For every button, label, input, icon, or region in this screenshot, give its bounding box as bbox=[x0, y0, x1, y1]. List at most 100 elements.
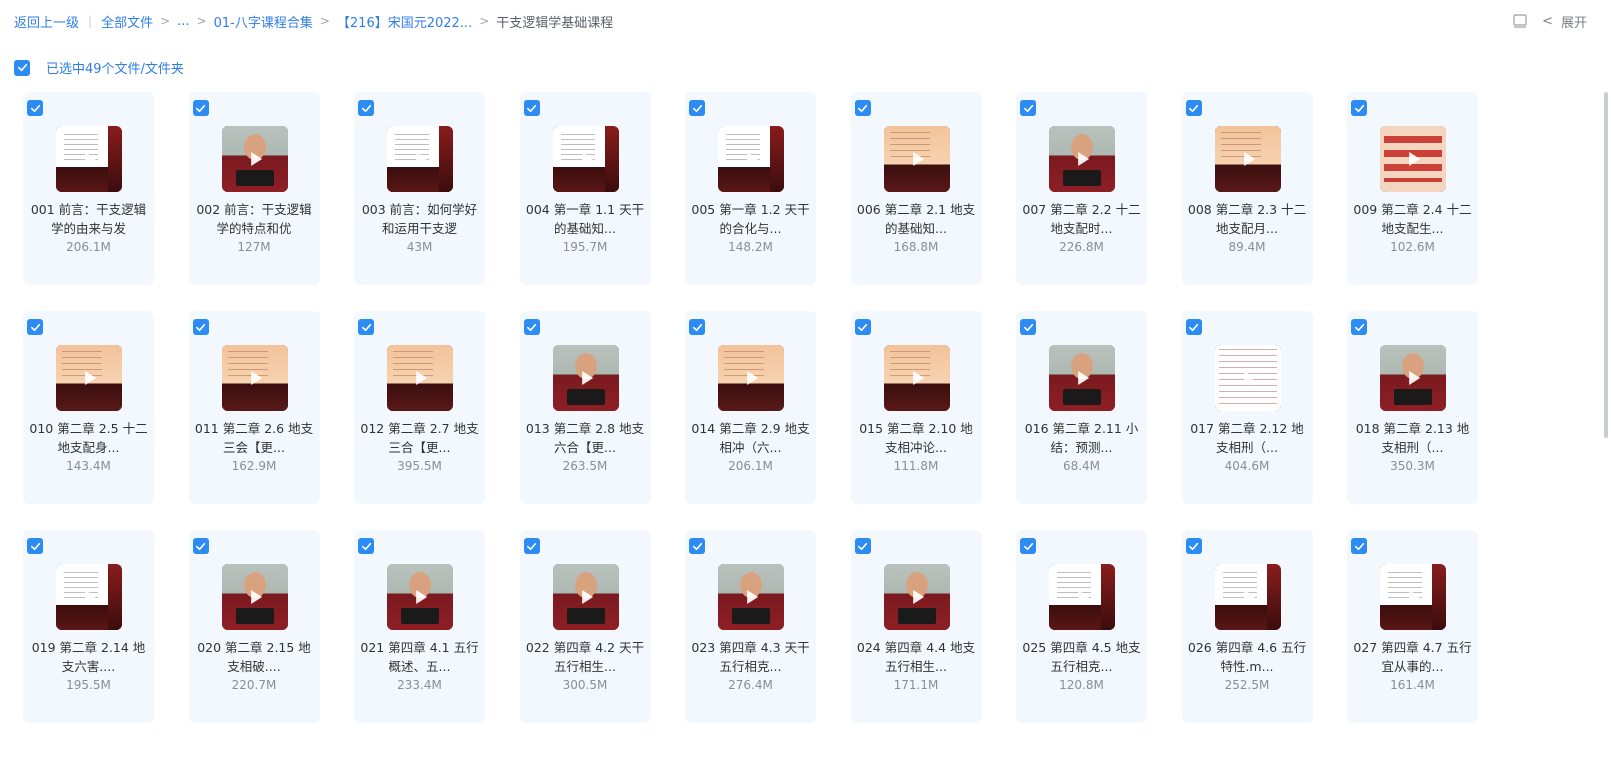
file-checkbox[interactable] bbox=[1185, 100, 1202, 116]
file-card[interactable]: 001 前言：干支逻辑学的由来与发 206.1M bbox=[23, 92, 154, 285]
file-name[interactable]: 025 第四章 4.5 地支五行相克... bbox=[1020, 638, 1143, 676]
file-card[interactable]: 009 第二章 2.4 十二地支配生... 102.6M bbox=[1347, 92, 1478, 285]
video-thumbnail[interactable] bbox=[56, 564, 122, 630]
file-card[interactable]: 012 第二章 2.7 地支三合【更... 395.5M bbox=[354, 311, 485, 504]
file-card[interactable]: 005 第一章 1.2 天干的合化与... 148.2M bbox=[685, 92, 816, 285]
video-thumbnail[interactable] bbox=[1214, 126, 1281, 192]
file-checkbox[interactable] bbox=[27, 100, 43, 116]
file-checkbox[interactable] bbox=[192, 100, 209, 116]
back-link[interactable]: 返回上一级 bbox=[14, 12, 79, 31]
file-checkbox[interactable] bbox=[523, 538, 540, 554]
file-card[interactable]: 021 第四章 4.1 五行概述、五... 233.4M bbox=[354, 530, 485, 723]
breadcrumb-item-course-collection[interactable]: 01-八字课程合集 bbox=[214, 12, 313, 31]
file-name[interactable]: 018 第二章 2.13 地支相刑（... bbox=[1351, 419, 1474, 457]
file-name[interactable]: 002 前言：干支逻辑学的特点和优 bbox=[193, 200, 316, 238]
file-card[interactable]: 024 第四章 4.4 地支五行相生... 171.1M bbox=[850, 530, 982, 723]
video-thumbnail[interactable] bbox=[883, 345, 950, 411]
file-name[interactable]: 009 第二章 2.4 十二地支配生... bbox=[1351, 200, 1474, 238]
file-card[interactable]: 004 第一章 1.1 天干的基础知... 195.7M bbox=[519, 92, 651, 285]
video-thumbnail[interactable] bbox=[1214, 564, 1281, 630]
file-card[interactable]: 015 第二章 2.10 地支相冲论... 111.8M bbox=[850, 311, 982, 504]
video-thumbnail[interactable] bbox=[1214, 345, 1281, 411]
file-name[interactable]: 019 第二章 2.14 地支六害.... bbox=[27, 638, 150, 676]
file-card[interactable]: 025 第四章 4.5 地支五行相克... 120.8M bbox=[1016, 530, 1147, 723]
file-checkbox[interactable] bbox=[1185, 319, 1202, 335]
file-card[interactable]: 023 第四章 4.3 天干五行相克... 276.4M bbox=[685, 530, 816, 723]
file-checkbox[interactable] bbox=[27, 538, 43, 554]
video-thumbnail[interactable] bbox=[718, 126, 784, 192]
video-thumbnail[interactable] bbox=[56, 126, 122, 192]
file-card[interactable]: 008 第二章 2.3 十二地支配月... 89.4M bbox=[1181, 92, 1313, 285]
file-name[interactable]: 004 第一章 1.1 天干的基础知... bbox=[524, 200, 647, 238]
file-name[interactable]: 003 前言：如何学好和运用干支逻 bbox=[358, 200, 481, 238]
file-checkbox[interactable] bbox=[689, 319, 705, 335]
file-checkbox[interactable] bbox=[1185, 538, 1202, 554]
video-thumbnail[interactable] bbox=[1380, 345, 1446, 411]
file-card[interactable]: 017 第二章 2.12 地支相刑（... 404.6M bbox=[1181, 311, 1313, 504]
file-checkbox[interactable] bbox=[854, 319, 871, 335]
file-checkbox[interactable] bbox=[1020, 538, 1036, 554]
file-name[interactable]: 010 第二章 2.5 十二地支配身... bbox=[27, 419, 150, 457]
scrollbar[interactable] bbox=[1604, 92, 1608, 438]
file-card[interactable]: 018 第二章 2.13 地支相刑（... 350.3M bbox=[1347, 311, 1478, 504]
video-thumbnail[interactable] bbox=[718, 345, 784, 411]
video-thumbnail[interactable] bbox=[1049, 345, 1115, 411]
file-checkbox[interactable] bbox=[523, 319, 540, 335]
file-card[interactable]: 016 第二章 2.11 小结：预测... 68.4M bbox=[1016, 311, 1147, 504]
video-thumbnail[interactable] bbox=[718, 564, 784, 630]
video-thumbnail[interactable] bbox=[552, 564, 619, 630]
file-name[interactable]: 024 第四章 4.4 地支五行相生... bbox=[855, 638, 978, 676]
video-thumbnail[interactable] bbox=[883, 126, 950, 192]
file-checkbox[interactable] bbox=[192, 319, 209, 335]
file-checkbox[interactable] bbox=[1351, 319, 1367, 335]
file-name[interactable]: 023 第四章 4.3 天干五行相克... bbox=[689, 638, 812, 676]
video-thumbnail[interactable] bbox=[56, 345, 122, 411]
file-checkbox[interactable] bbox=[523, 100, 540, 116]
file-checkbox[interactable] bbox=[1351, 538, 1367, 554]
file-checkbox[interactable] bbox=[358, 100, 374, 116]
file-checkbox[interactable] bbox=[358, 319, 374, 335]
video-thumbnail[interactable] bbox=[1380, 126, 1446, 192]
video-thumbnail[interactable] bbox=[1049, 564, 1115, 630]
video-thumbnail[interactable] bbox=[552, 126, 619, 192]
file-card[interactable]: 026 第四章 4.6 五行特性.m... 252.5M bbox=[1181, 530, 1313, 723]
file-name[interactable]: 005 第一章 1.2 天干的合化与... bbox=[689, 200, 812, 238]
file-name[interactable]: 016 第二章 2.11 小结：预测... bbox=[1020, 419, 1143, 457]
file-checkbox[interactable] bbox=[854, 538, 871, 554]
expand-button[interactable]: < 展开 bbox=[1542, 12, 1587, 31]
video-thumbnail[interactable] bbox=[883, 564, 950, 630]
breadcrumb-ellipsis[interactable]: ... bbox=[177, 14, 189, 29]
file-checkbox[interactable] bbox=[192, 538, 209, 554]
video-thumbnail[interactable] bbox=[387, 126, 453, 192]
file-name[interactable]: 022 第四章 4.2 天干五行相生... bbox=[524, 638, 647, 676]
file-card[interactable]: 006 第二章 2.1 地支的基础知... 168.8M bbox=[850, 92, 982, 285]
breadcrumb-item-song-guoyuan[interactable]: 【216】宋国元2022... bbox=[337, 12, 472, 31]
file-checkbox[interactable] bbox=[689, 100, 705, 116]
panel-icon[interactable] bbox=[1512, 13, 1528, 29]
file-name[interactable]: 011 第二章 2.6 地支三会【更... bbox=[193, 419, 316, 457]
file-card[interactable]: 010 第二章 2.5 十二地支配身... 143.4M bbox=[23, 311, 154, 504]
file-name[interactable]: 020 第二章 2.15 地支相破.... bbox=[193, 638, 316, 676]
video-thumbnail[interactable] bbox=[1380, 564, 1446, 630]
file-name[interactable]: 006 第二章 2.1 地支的基础知... bbox=[855, 200, 978, 238]
file-checkbox[interactable] bbox=[854, 100, 871, 116]
file-name[interactable]: 014 第二章 2.9 地支相冲（六... bbox=[689, 419, 812, 457]
video-thumbnail[interactable] bbox=[221, 564, 288, 630]
file-card[interactable]: 022 第四章 4.2 天干五行相生... 300.5M bbox=[519, 530, 651, 723]
file-name[interactable]: 026 第四章 4.6 五行特性.m... bbox=[1186, 638, 1309, 676]
file-name[interactable]: 013 第二章 2.8 地支六合【更... bbox=[524, 419, 647, 457]
select-all-checkbox[interactable] bbox=[14, 59, 30, 76]
file-checkbox[interactable] bbox=[1351, 100, 1367, 116]
file-card[interactable]: 007 第二章 2.2 十二地支配时... 226.8M bbox=[1016, 92, 1147, 285]
video-thumbnail[interactable] bbox=[387, 345, 453, 411]
file-checkbox[interactable] bbox=[689, 538, 705, 554]
file-name[interactable]: 017 第二章 2.12 地支相刑（... bbox=[1186, 419, 1309, 457]
file-name[interactable]: 021 第四章 4.1 五行概述、五... bbox=[358, 638, 481, 676]
file-checkbox[interactable] bbox=[1020, 319, 1036, 335]
file-checkbox[interactable] bbox=[1020, 100, 1036, 116]
file-name[interactable]: 012 第二章 2.7 地支三合【更... bbox=[358, 419, 481, 457]
file-card[interactable]: 014 第二章 2.9 地支相冲（六... 206.1M bbox=[685, 311, 816, 504]
file-name[interactable]: 007 第二章 2.2 十二地支配时... bbox=[1020, 200, 1143, 238]
file-card[interactable]: 013 第二章 2.8 地支六合【更... 263.5M bbox=[519, 311, 651, 504]
file-card[interactable]: 003 前言：如何学好和运用干支逻 43M bbox=[354, 92, 485, 285]
